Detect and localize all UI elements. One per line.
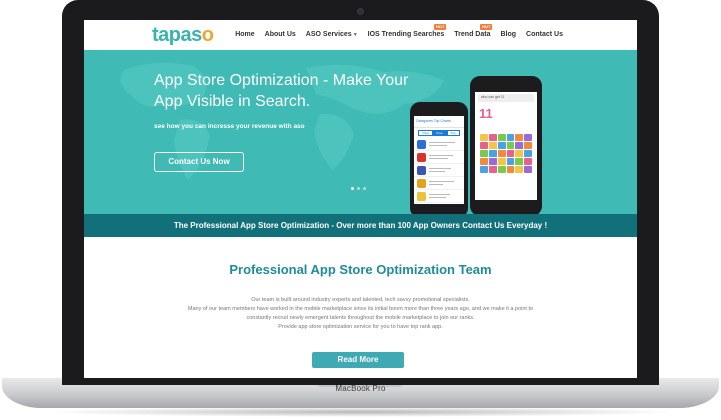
slider-dot[interactable] bbox=[357, 187, 360, 190]
laptop-shadow bbox=[40, 407, 681, 417]
browser-viewport: tapaso Home About Us ASO Services▼ IOS T… bbox=[84, 20, 637, 378]
nav-about-us[interactable]: About Us bbox=[265, 31, 296, 38]
hot-badge: HOT bbox=[480, 24, 493, 30]
list-item bbox=[414, 164, 464, 177]
chevron-down-icon: ▼ bbox=[352, 32, 358, 38]
main-menu: Home About Us ASO Services▼ IOS Trending… bbox=[235, 24, 563, 38]
body-line: Many of our team members have worked in … bbox=[187, 306, 534, 312]
hero-title: App Store Optimization - Make Your App V… bbox=[154, 72, 409, 110]
section-title: Professional App Store Optimization Team bbox=[229, 262, 492, 277]
section-body: Our team is built around industry expert… bbox=[144, 296, 577, 332]
nav-aso-services[interactable]: ASO Services▼ bbox=[306, 31, 358, 38]
tab-top: Top bbox=[446, 130, 460, 136]
hot-badge: HOT bbox=[433, 24, 447, 30]
slider-dots bbox=[351, 187, 366, 190]
app-icon-11: 11 bbox=[479, 106, 493, 121]
body-line: Our team is built around industry expert… bbox=[251, 297, 470, 303]
logo-accent: o bbox=[201, 24, 214, 46]
navbar: tapaso Home About Us ASO Services▼ IOS T… bbox=[84, 20, 637, 50]
hero-slider: App Store Optimization - Make Your App V… bbox=[84, 50, 637, 214]
promo-banner: The Professional App Store Optimization … bbox=[84, 214, 637, 237]
nav-aso-services-label: ASO Services bbox=[305, 31, 352, 38]
nav-blog[interactable]: Blog bbox=[500, 31, 516, 38]
tab-free: Free bbox=[432, 130, 447, 136]
body-line: constantly recruit newly emergent talent… bbox=[246, 315, 475, 321]
app-icon bbox=[417, 191, 426, 201]
hero-subtitle: see how you can incresse your revenue wi… bbox=[154, 123, 305, 130]
search-field: who can get 11 bbox=[478, 94, 534, 102]
list-item bbox=[414, 177, 464, 190]
tab-paid: Paid bbox=[418, 130, 433, 136]
list-item bbox=[414, 151, 464, 164]
nav-home[interactable]: Home bbox=[235, 31, 254, 38]
nav-ios-trending-label: IOS Trending Searches bbox=[367, 31, 445, 38]
device-label: MacBook Pro bbox=[335, 384, 386, 393]
app-icon bbox=[417, 152, 426, 162]
nav-trend-data-label: Trend Data bbox=[454, 31, 491, 38]
logo-text: tapas bbox=[152, 24, 202, 46]
app-store-header: Categories Top Charts bbox=[414, 116, 464, 128]
site-logo[interactable]: tapaso bbox=[152, 24, 214, 47]
nav-ios-trending-searches[interactable]: IOS Trending Searches HOT bbox=[367, 24, 447, 38]
phone-mockup-search: who can get 11 11 bbox=[470, 76, 542, 214]
body-line: Provide app store optimization service f… bbox=[278, 324, 443, 330]
nav-trend-data[interactable]: Trend Data HOT bbox=[454, 24, 493, 38]
phone-screen: Categories Top Charts Paid Free Top bbox=[414, 116, 464, 204]
chart-tabs: Paid Free Top bbox=[414, 130, 464, 136]
app-icon bbox=[417, 139, 426, 149]
app-icon bbox=[417, 178, 426, 188]
contact-us-now-button[interactable]: Contact Us Now bbox=[154, 152, 244, 172]
list-item bbox=[414, 190, 464, 203]
list-item bbox=[414, 138, 464, 151]
slider-dot[interactable] bbox=[351, 187, 354, 190]
app-icon bbox=[417, 165, 426, 175]
read-more-button[interactable]: Read More bbox=[312, 352, 404, 368]
slider-dot[interactable] bbox=[363, 187, 366, 190]
game-grid bbox=[480, 134, 532, 173]
phone-mockup-app-store: Categories Top Charts Paid Free Top bbox=[410, 102, 468, 214]
camera-icon bbox=[357, 8, 364, 15]
phone-screen: who can get 11 11 bbox=[475, 92, 537, 200]
nav-contact-us[interactable]: Contact Us bbox=[526, 31, 563, 38]
